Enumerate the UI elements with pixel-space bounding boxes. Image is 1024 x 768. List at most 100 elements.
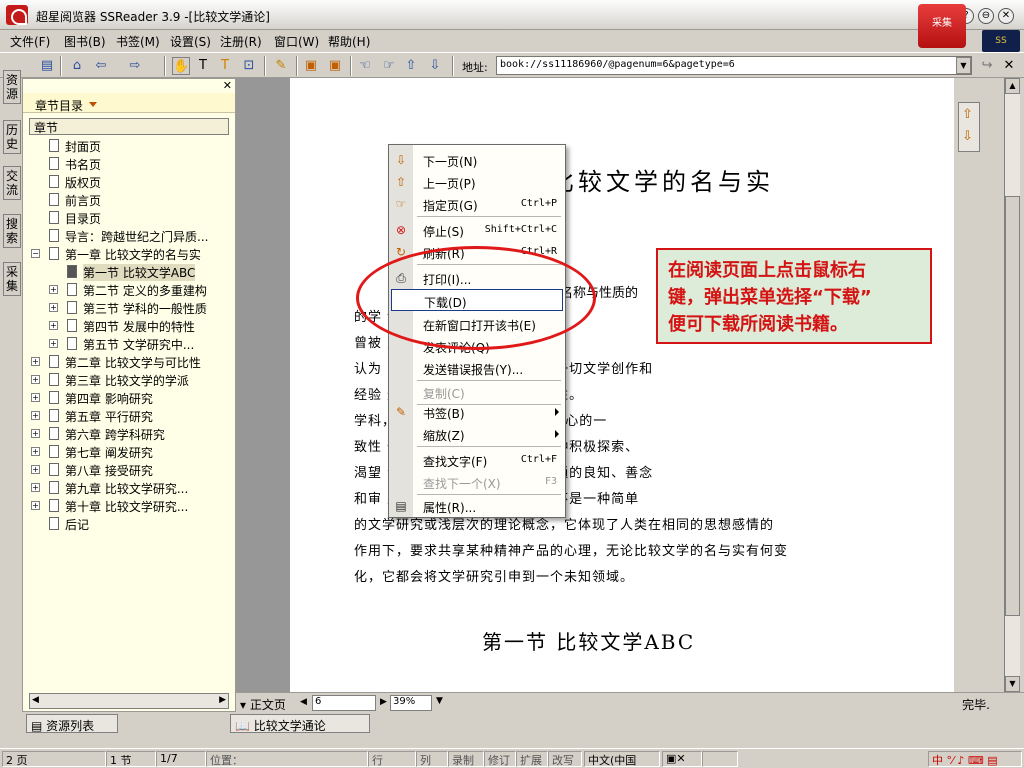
tree-item-label: 第一章 比较文学的名与实: [65, 248, 201, 262]
scroll-right-icon[interactable]: ▶: [219, 695, 226, 705]
tab-search[interactable]: 搜索: [3, 214, 21, 248]
sidebar-horizontal-scrollbar[interactable]: ◀ ▶: [29, 693, 229, 709]
menu-help[interactable]: 帮助(H): [328, 33, 370, 50]
tab-collect[interactable]: 采集: [3, 262, 21, 296]
tab-resource-list[interactable]: ▤ 资源列表: [26, 714, 118, 733]
menu-separator: [417, 216, 561, 217]
image-select-icon[interactable]: ⊡: [240, 57, 258, 75]
address-input[interactable]: book://ss11186960/@pagenum=6&pagetype=6: [496, 56, 972, 75]
expand-toggle-icon[interactable]: +: [49, 285, 58, 294]
hand-icon[interactable]: ✋: [172, 57, 190, 75]
expand-toggle-icon[interactable]: +: [31, 465, 40, 474]
expand-toggle-icon[interactable]: +: [31, 447, 40, 456]
load-status: 完毕.: [962, 698, 990, 712]
marker-icon[interactable]: ✎: [272, 57, 290, 75]
menu-item[interactable]: 下一页(N): [413, 149, 565, 171]
expand-toggle-icon[interactable]: +: [31, 411, 40, 420]
page-number-input[interactable]: 6: [312, 695, 376, 711]
window-title: 超星阅览器 SSReader 3.9 -[比较文学通论]: [36, 10, 270, 24]
address-dropdown-button[interactable]: ▼: [956, 57, 971, 74]
page-icon: [49, 229, 59, 242]
prev-page-icon[interactable]: ▣: [302, 57, 320, 75]
ime-toolbar[interactable]: 中 °⁄ ♪ ⌨ ▤: [928, 751, 1022, 767]
home-icon[interactable]: ⌂: [68, 57, 86, 75]
menu-item[interactable]: 发送错误报告(Y)...: [413, 357, 565, 379]
scroll-up-icon[interactable]: ▲: [1005, 78, 1020, 94]
sidebar-header[interactable]: 章节目录: [23, 93, 235, 113]
menu-settings[interactable]: 设置(S): [170, 33, 211, 50]
dropdown-arrow-icon[interactable]: [89, 102, 97, 107]
page-text-line: 化，它都会将文学研究引申到一个未知领域。: [354, 570, 635, 585]
menu-item[interactable]: 停止(S) Shift+Ctrl+C: [413, 219, 565, 241]
expand-toggle-icon[interactable]: +: [31, 501, 40, 510]
expand-toggle-icon[interactable]: +: [31, 483, 40, 492]
go-icon[interactable]: ↪: [978, 57, 996, 75]
tree-item-label: 第五章 平行研究: [65, 410, 153, 424]
menu-window[interactable]: 窗口(W): [274, 33, 319, 50]
page-down-icon[interactable]: ⇩: [426, 57, 444, 75]
menu-item[interactable]: 查找文字(F) Ctrl+F: [413, 449, 565, 471]
menu-item[interactable]: 缩放(Z): [413, 423, 565, 445]
expand-toggle-icon[interactable]: +: [31, 429, 40, 438]
status-rec: 录制: [448, 751, 484, 767]
menu-file[interactable]: 文件(F): [10, 33, 50, 50]
scrollbar-thumb[interactable]: [1005, 196, 1020, 616]
menu-item[interactable]: 上一页(P): [413, 171, 565, 193]
menu-bookmark[interactable]: 书签(M): [116, 33, 160, 50]
goto-first-icon[interactable]: ☜: [356, 57, 374, 75]
restore-window-button[interactable]: ⊖: [978, 8, 994, 24]
bookmark-icon: ✎: [395, 405, 407, 419]
tab-book[interactable]: 📖 比较文学通论: [230, 714, 370, 733]
expand-toggle-icon[interactable]: −: [31, 249, 40, 258]
menu-item[interactable]: 属性(R)...: [413, 495, 565, 517]
submenu-arrow-icon: [555, 430, 559, 438]
expand-toggle-icon[interactable]: +: [49, 321, 58, 330]
tab-resources[interactable]: 资源: [3, 70, 21, 104]
sidebar-close-icon[interactable]: ✕: [223, 79, 232, 92]
zoom-dropdown-icon[interactable]: ▼: [436, 696, 443, 706]
highlight-ellipse: [356, 246, 596, 350]
page-icon: [49, 409, 59, 422]
close-icon[interactable]: ✕: [1000, 57, 1018, 75]
expand-toggle-icon[interactable]: +: [31, 375, 40, 384]
menu-item[interactable]: 书签(B): [413, 401, 565, 423]
next-page-arrow-icon[interactable]: ▶: [380, 697, 387, 707]
tree-item-label: 前言页: [65, 194, 102, 208]
expand-toggle-icon[interactable]: +: [49, 303, 58, 312]
page-up-icon[interactable]: ⇧: [402, 57, 420, 75]
goto-page-icon[interactable]: ☞: [380, 57, 398, 75]
menu-book[interactable]: 图书(B): [64, 33, 106, 50]
list-icon[interactable]: ▤: [38, 57, 56, 75]
back-icon[interactable]: ⇦: [92, 57, 110, 75]
close-window-button[interactable]: ✕: [998, 8, 1014, 24]
page-mode-select[interactable]: ▾ 正文页: [240, 696, 286, 713]
scroll-left-icon[interactable]: ◀: [32, 695, 39, 705]
tab-history[interactable]: 历史: [3, 120, 21, 154]
zoom-input[interactable]: 39%: [390, 695, 432, 711]
forward-icon[interactable]: ⇨: [126, 57, 144, 75]
menu-register[interactable]: 注册(R): [220, 33, 262, 50]
prev-page-arrow-icon[interactable]: ◀: [300, 697, 307, 707]
page-icon: [49, 445, 59, 458]
scroll-down-icon[interactable]: ▼: [1005, 676, 1020, 692]
page-down-icon[interactable]: ⇩: [962, 129, 973, 144]
globe-logo-icon: SS: [982, 30, 1020, 52]
menu-item[interactable]: 指定页(G) Ctrl+P: [413, 193, 565, 215]
annotation-line: 在阅读页面上点击鼠标右: [668, 260, 866, 281]
menu-item-label: 属性(R)...: [423, 501, 477, 515]
vertical-scrollbar[interactable]: ▲ ▼: [1004, 78, 1020, 692]
page-up-icon[interactable]: ⇧: [962, 107, 973, 122]
tab-exchange[interactable]: 交流: [3, 166, 21, 200]
tree-item-label: 版权页: [65, 176, 102, 190]
expand-toggle-icon[interactable]: +: [31, 393, 40, 402]
expand-toggle-icon[interactable]: +: [31, 357, 40, 366]
text-highlight-icon[interactable]: T: [216, 57, 234, 75]
menu-item-label: 指定页(G): [423, 199, 478, 213]
text-tool-icon[interactable]: T: [194, 57, 212, 75]
expand-toggle-icon[interactable]: +: [49, 339, 58, 348]
status-bar: 2 页 1 节 1/7 位置： 行 列 录制 修订 扩展 改写 中文(中国 ▣✕…: [0, 748, 1024, 768]
page-icon: [67, 337, 77, 350]
reading-area[interactable]: 比较文学的名与实 名称与性质的 的学 论。比较文曾被 又指范围很广认为 角度来研…: [236, 78, 954, 692]
page-icon: [49, 517, 59, 530]
next-page-icon[interactable]: ▣: [326, 57, 344, 75]
